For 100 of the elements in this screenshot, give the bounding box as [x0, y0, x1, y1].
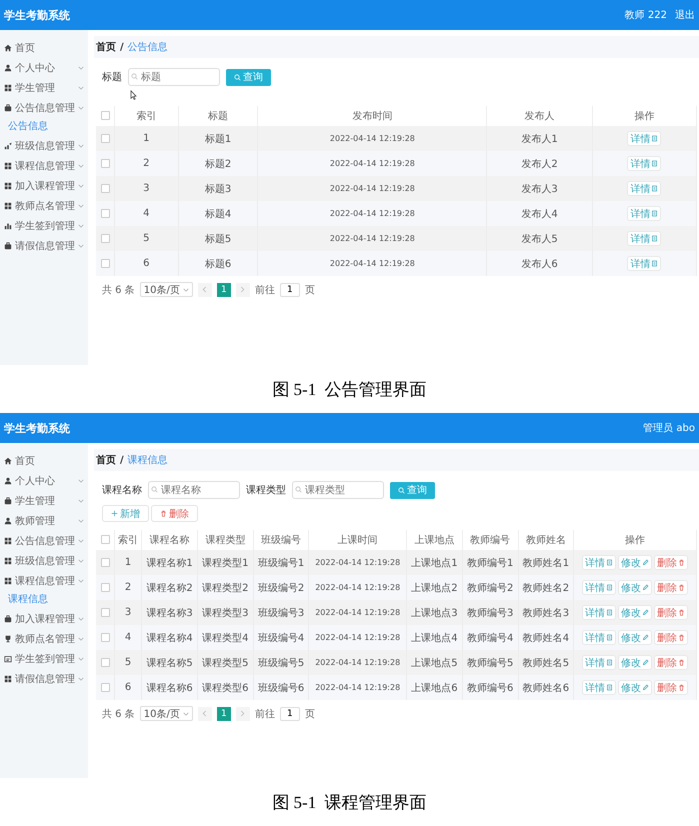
- table-cell: 6: [114, 675, 142, 700]
- edit-button[interactable]: 修改: [618, 580, 652, 595]
- page-button[interactable]: 1: [216, 706, 231, 720]
- delete-button[interactable]: 删除: [654, 630, 688, 645]
- briefcase-icon: [4, 615, 12, 623]
- submenu-item[interactable]: 课程信息: [0, 591, 88, 609]
- delete-button[interactable]: 删除: [654, 580, 688, 595]
- detail-button[interactable]: 详情: [627, 181, 662, 196]
- submenu-item[interactable]: 公告信息: [0, 118, 88, 136]
- page-size-select[interactable]: 10条/页: [140, 282, 193, 297]
- edit-button[interactable]: 修改: [618, 680, 652, 695]
- detail-button[interactable]: 详情: [627, 256, 662, 271]
- page-button[interactable]: 1: [216, 282, 231, 296]
- column-header: 操作: [592, 106, 696, 126]
- detail-button[interactable]: 详情: [582, 655, 616, 670]
- pencil-icon: [642, 684, 650, 691]
- search-button[interactable]: 查询: [390, 482, 435, 498]
- detail-button[interactable]: 详情: [582, 580, 616, 595]
- sidebar-item[interactable]: 请假信息管理: [0, 669, 88, 689]
- delete-button[interactable]: 删除: [654, 605, 688, 620]
- table-cell: 班级编号5: [253, 650, 309, 675]
- sidebar-item[interactable]: 个人中心: [0, 471, 88, 491]
- checkbox[interactable]: [100, 608, 110, 617]
- page-input[interactable]: 1: [280, 282, 300, 296]
- sidebar-item[interactable]: 学生管理: [0, 78, 88, 98]
- table-cell: 班级编号3: [253, 600, 309, 625]
- edit-button[interactable]: 修改: [618, 555, 652, 570]
- sidebar-item[interactable]: 学生签到管理: [0, 216, 88, 236]
- checkbox[interactable]: [100, 111, 110, 120]
- checkbox[interactable]: [100, 184, 110, 193]
- sidebar-item[interactable]: 课程信息管理: [0, 156, 88, 176]
- breadcrumb-link[interactable]: 首页: [96, 453, 116, 467]
- field-label: 标题: [102, 70, 122, 84]
- next-page-button[interactable]: [236, 706, 250, 720]
- sidebar-item[interactable]: 课程信息管理: [0, 571, 88, 591]
- detail-button[interactable]: 详情: [627, 231, 662, 246]
- sidebar-item[interactable]: 首页: [0, 38, 88, 58]
- sidebar-item[interactable]: 教师点名管理: [0, 629, 88, 649]
- add-button[interactable]: 新增: [102, 505, 149, 522]
- column-header: 课程类型: [197, 530, 254, 550]
- detail-button[interactable]: 详情: [582, 630, 616, 645]
- trash-icon: [678, 634, 686, 641]
- table-cell: 3: [114, 600, 142, 625]
- search-field[interactable]: 标题: [128, 68, 220, 86]
- pencil-icon: [642, 659, 650, 666]
- breadcrumb-link[interactable]: 首页: [96, 40, 116, 54]
- checkbox[interactable]: [100, 632, 110, 642]
- grid-icon: [4, 577, 12, 585]
- sidebar-item[interactable]: 加入课程管理: [0, 609, 88, 629]
- sidebar-item[interactable]: 教师管理: [0, 511, 88, 531]
- sidebar-item[interactable]: 公告信息管理: [0, 531, 88, 551]
- breadcrumb-link[interactable]: 课程信息: [128, 453, 168, 467]
- sidebar-item[interactable]: 班级信息管理: [0, 551, 88, 571]
- search-button[interactable]: 查询: [226, 68, 271, 86]
- delete-button[interactable]: 删除: [151, 505, 198, 522]
- table-cell: 教师编号1: [462, 550, 518, 575]
- detail-button[interactable]: 详情: [627, 131, 662, 146]
- sidebar-item[interactable]: 学生管理: [0, 491, 88, 511]
- checkbox[interactable]: [100, 234, 110, 243]
- checkbox[interactable]: [100, 582, 110, 592]
- checkbox[interactable]: [100, 208, 110, 218]
- edit-button[interactable]: 修改: [618, 605, 652, 620]
- previous-page-button[interactable]: [198, 706, 212, 720]
- chevron-down-icon: [78, 637, 84, 641]
- checkbox[interactable]: [100, 682, 110, 692]
- checkbox[interactable]: [100, 158, 110, 168]
- detail-button[interactable]: 详情: [627, 156, 662, 171]
- detail-button[interactable]: 详情: [582, 555, 616, 570]
- checkbox[interactable]: [100, 558, 110, 567]
- edit-button[interactable]: 修改: [618, 655, 652, 670]
- trash-icon: [678, 609, 686, 616]
- delete-button[interactable]: 删除: [654, 655, 688, 670]
- sidebar-item[interactable]: 学生签到管理: [0, 649, 88, 669]
- page-input[interactable]: 1: [280, 706, 300, 720]
- next-page-button[interactable]: [236, 282, 250, 296]
- sidebar-item[interactable]: 首页: [0, 451, 88, 471]
- sidebar-item[interactable]: 公告信息管理: [0, 98, 88, 118]
- breadcrumb-link[interactable]: 公告信息: [128, 40, 168, 54]
- search-field[interactable]: 课程名称: [148, 481, 240, 499]
- search-field[interactable]: 课程类型: [292, 481, 384, 499]
- checkbox[interactable]: [100, 658, 110, 667]
- previous-page-button[interactable]: [198, 282, 212, 296]
- table-cell: 课程名称3: [142, 600, 198, 625]
- detail-button[interactable]: 详情: [582, 680, 616, 695]
- checkbox[interactable]: [100, 258, 110, 268]
- sidebar-item[interactable]: 请假信息管理: [0, 236, 88, 256]
- detail-button[interactable]: 详情: [627, 206, 662, 221]
- page-size-select[interactable]: 10条/页: [140, 706, 193, 721]
- sidebar-item[interactable]: 教师点名管理: [0, 196, 88, 216]
- table-cell: 课程类型1: [197, 550, 254, 575]
- sidebar-item[interactable]: 班级信息管理: [0, 136, 88, 156]
- checkbox[interactable]: [100, 535, 110, 544]
- sidebar-item[interactable]: 加入课程管理: [0, 176, 88, 196]
- delete-button[interactable]: 删除: [654, 680, 688, 695]
- detail-button[interactable]: 详情: [582, 605, 616, 620]
- checkbox[interactable]: [100, 134, 110, 143]
- edit-button[interactable]: 修改: [618, 630, 652, 645]
- delete-button[interactable]: 删除: [654, 555, 688, 570]
- sidebar-item[interactable]: 个人中心: [0, 58, 88, 78]
- logout-link[interactable]: 退出: [675, 8, 695, 22]
